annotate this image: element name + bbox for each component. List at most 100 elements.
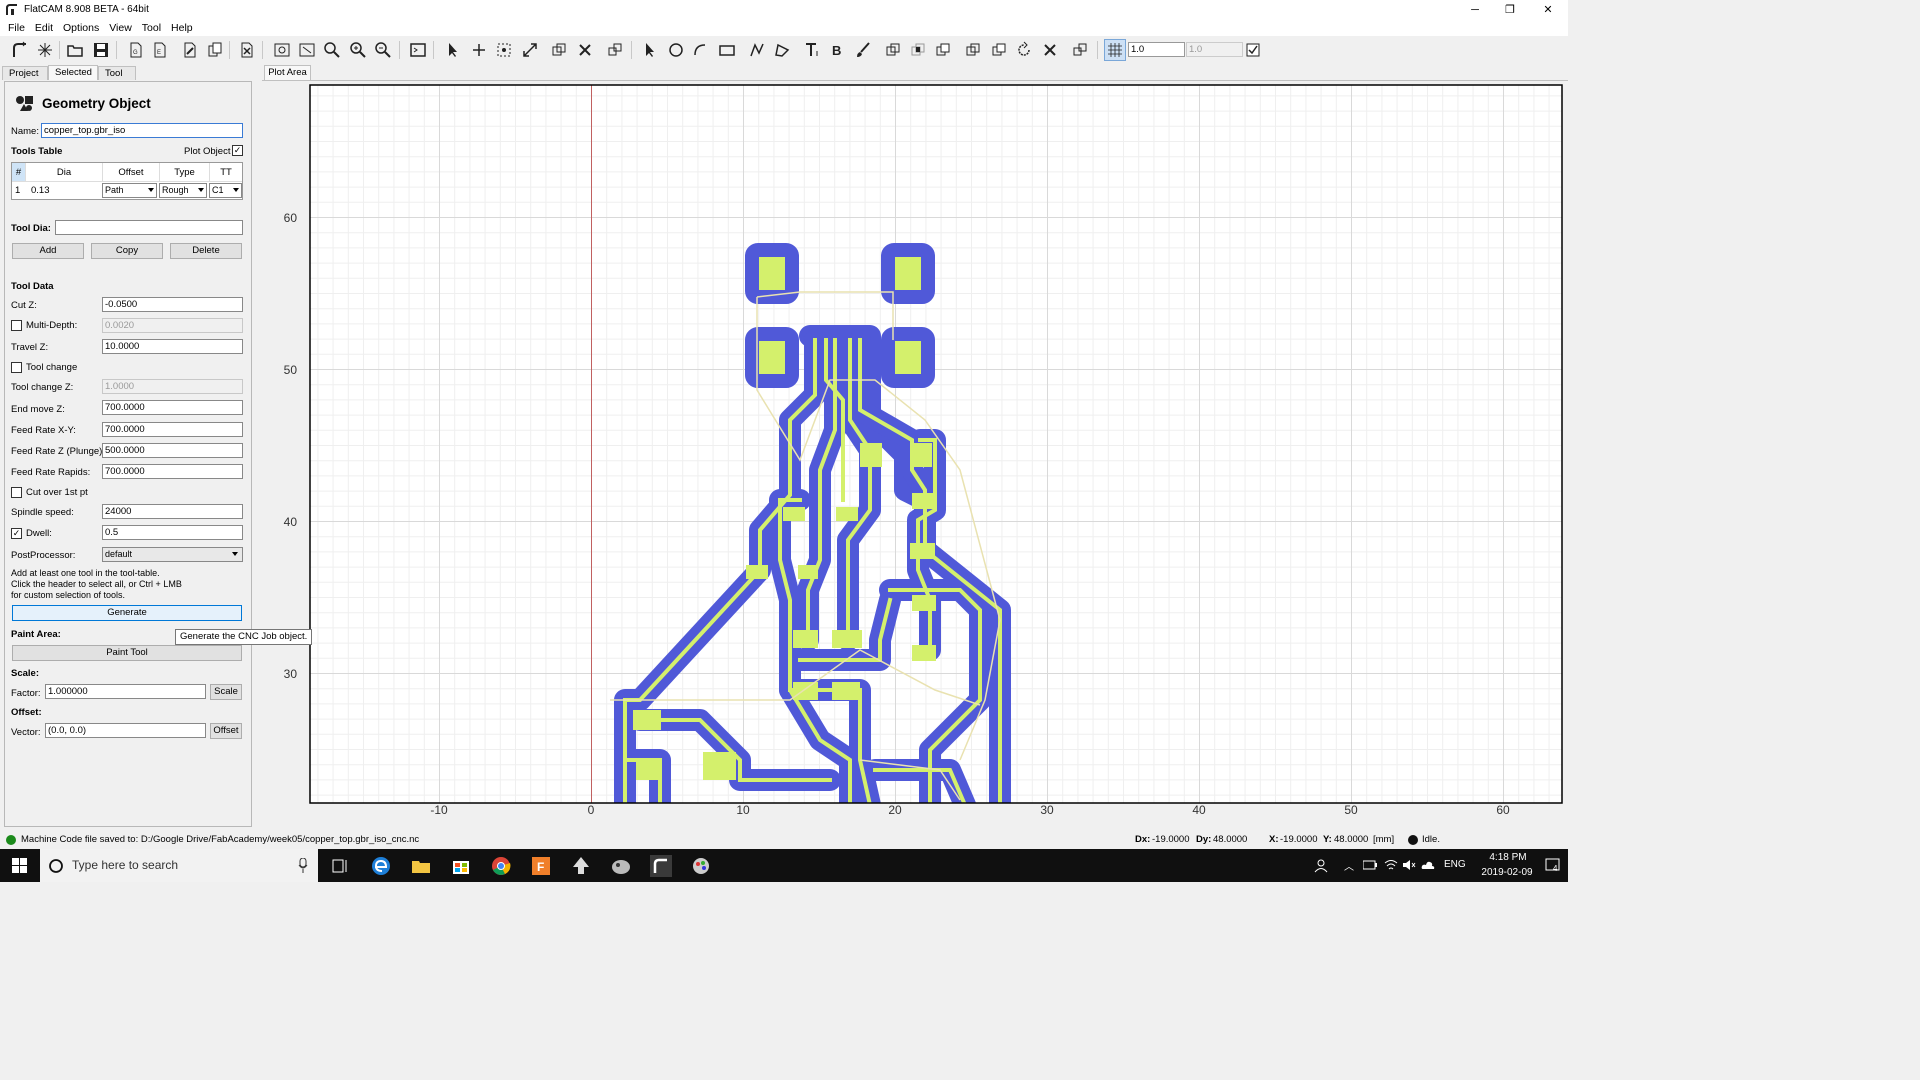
replot-button[interactable] <box>271 39 293 61</box>
table-row-dia[interactable]: 0.13 <box>31 182 50 200</box>
menu-view[interactable]: View <box>104 22 137 34</box>
generate-button[interactable]: Generate <box>12 605 242 621</box>
feedz-input[interactable]: 500.0000 <box>102 443 243 458</box>
union-button[interactable] <box>882 39 904 61</box>
circle-tool-button[interactable] <box>665 39 687 61</box>
chevron-up-icon[interactable]: ︿ <box>1344 858 1354 873</box>
add-drill-button[interactable] <box>468 39 490 61</box>
store-icon[interactable] <box>450 855 472 877</box>
path-tool-button[interactable] <box>746 39 768 61</box>
close-button[interactable]: ✕ <box>1530 0 1566 19</box>
tab-selected[interactable]: Selected <box>48 65 98 80</box>
flatcam-taskbar-icon[interactable] <box>650 855 672 877</box>
clear-plot-button[interactable] <box>296 39 318 61</box>
paint-app-icon[interactable] <box>690 855 712 877</box>
move-drill-button[interactable] <box>604 39 626 61</box>
plot-canvas[interactable]: -10 0 10 20 30 40 50 60 60 50 40 30 <box>262 80 1568 828</box>
postproc-select[interactable]: default <box>102 547 243 562</box>
dwell-input[interactable]: 0.5 <box>102 525 243 540</box>
feedxy-input[interactable]: 700.0000 <box>102 422 243 437</box>
zoom-in-button[interactable] <box>347 39 369 61</box>
select-tool-button[interactable] <box>442 39 464 61</box>
microphone-icon[interactable] <box>298 858 308 873</box>
panel-scrollbar[interactable] <box>252 81 260 827</box>
windows-start-icon[interactable] <box>12 858 27 873</box>
copy-tool-button[interactable]: Copy <box>91 243 163 259</box>
new-blank-excellon-button[interactable]: E <box>149 39 171 61</box>
volume-muted-icon[interactable] <box>1402 859 1416 871</box>
resize-drill-button[interactable] <box>519 39 541 61</box>
tool-dia-input[interactable] <box>55 220 243 235</box>
onedrive-icon[interactable] <box>1421 859 1435 871</box>
buffer-tool-button[interactable]: B <box>826 39 848 61</box>
vector-input[interactable]: (0.0, 0.0) <box>45 723 206 738</box>
open-project-button[interactable] <box>64 39 86 61</box>
clock-date[interactable]: 2019-02-09 <box>1472 867 1542 878</box>
text-tool-button[interactable] <box>801 39 823 61</box>
col-header-dia[interactable]: Dia <box>26 163 103 182</box>
edge-browser-icon[interactable] <box>370 855 392 877</box>
toolchange-checkbox[interactable] <box>11 362 22 373</box>
intersection-button[interactable] <box>907 39 929 61</box>
name-input[interactable]: copper_top.gbr_iso <box>41 123 243 138</box>
menu-edit[interactable]: Edit <box>30 22 58 34</box>
gimp-icon[interactable] <box>610 855 632 877</box>
tab-plot-area[interactable]: Plot Area <box>264 65 311 80</box>
taskbar-search-box[interactable]: Type here to search <box>40 849 318 882</box>
snap-x-input[interactable]: 1.0 <box>1128 42 1185 57</box>
polygon-tool-button[interactable] <box>771 39 793 61</box>
delete-geo-button[interactable] <box>1039 39 1061 61</box>
col-header-num[interactable]: # <box>12 163 26 182</box>
rectangle-tool-button[interactable] <box>716 39 738 61</box>
menu-tool[interactable]: Tool <box>137 22 166 34</box>
menu-options[interactable]: Options <box>58 22 104 34</box>
scale-button[interactable]: Scale <box>210 684 242 700</box>
snap-grid-toggle[interactable] <box>1104 39 1126 61</box>
rotate-button[interactable] <box>1013 39 1035 61</box>
menu-file[interactable]: File <box>3 22 30 34</box>
paint-tool-button-panel[interactable]: Paint Tool <box>12 645 242 661</box>
paint-tool-button[interactable] <box>852 39 874 61</box>
language-indicator[interactable]: ENG <box>1444 859 1466 870</box>
zoom-out-button[interactable] <box>372 39 394 61</box>
col-header-offset[interactable]: Offset <box>103 163 160 182</box>
select-geo-button[interactable] <box>639 39 661 61</box>
offset-button[interactable]: Offset <box>210 723 242 739</box>
delete-object-button[interactable] <box>236 39 258 61</box>
people-icon[interactable] <box>1314 859 1328 873</box>
maximize-button[interactable]: ❐ <box>1492 0 1528 19</box>
menu-help[interactable]: Help <box>166 22 198 34</box>
snap-y-input[interactable]: 1.0 <box>1186 42 1243 57</box>
wifi-icon[interactable] <box>1384 859 1398 871</box>
toolchangez-input[interactable]: 1.0000 <box>102 379 243 394</box>
col-header-type[interactable]: Type <box>160 163 210 182</box>
type-select[interactable]: Rough <box>159 183 207 198</box>
arc-tool-button[interactable] <box>690 39 712 61</box>
plot-object-checkbox[interactable]: ✓ <box>232 145 243 156</box>
editor-button[interactable] <box>179 39 201 61</box>
multidepth-checkbox[interactable] <box>11 320 22 331</box>
snap-max-checkbox[interactable] <box>1242 39 1264 61</box>
delete-tool-button[interactable]: Delete <box>170 243 242 259</box>
offset-select[interactable]: Path <box>102 183 157 198</box>
subtraction-button[interactable] <box>932 39 954 61</box>
delete-drill-button[interactable] <box>574 39 596 61</box>
copy-object-button[interactable] <box>204 39 226 61</box>
tab-project[interactable]: Project <box>2 66 48 80</box>
copy-geo-button[interactable] <box>988 39 1010 61</box>
multidepth-input[interactable]: 0.0020 <box>102 318 243 333</box>
add-tool-button[interactable]: Add <box>12 243 84 259</box>
travelz-input[interactable]: 10.0000 <box>102 339 243 354</box>
save-project-button[interactable] <box>90 39 112 61</box>
tt-select[interactable]: C1 <box>209 183 242 198</box>
copy-drill-button[interactable] <box>548 39 570 61</box>
battery-icon[interactable] <box>1363 860 1377 870</box>
dwell-checkbox[interactable]: ✓ <box>11 528 22 539</box>
new-excellon-button[interactable] <box>34 39 56 61</box>
endmovez-input[interactable]: 700.0000 <box>102 400 243 415</box>
minimize-button[interactable]: ─ <box>1457 0 1493 19</box>
new-blank-geometry-button[interactable]: G <box>125 39 147 61</box>
move-geo-button[interactable] <box>1069 39 1091 61</box>
col-header-tt[interactable]: TT <box>210 163 242 182</box>
chrome-icon[interactable] <box>490 855 512 877</box>
